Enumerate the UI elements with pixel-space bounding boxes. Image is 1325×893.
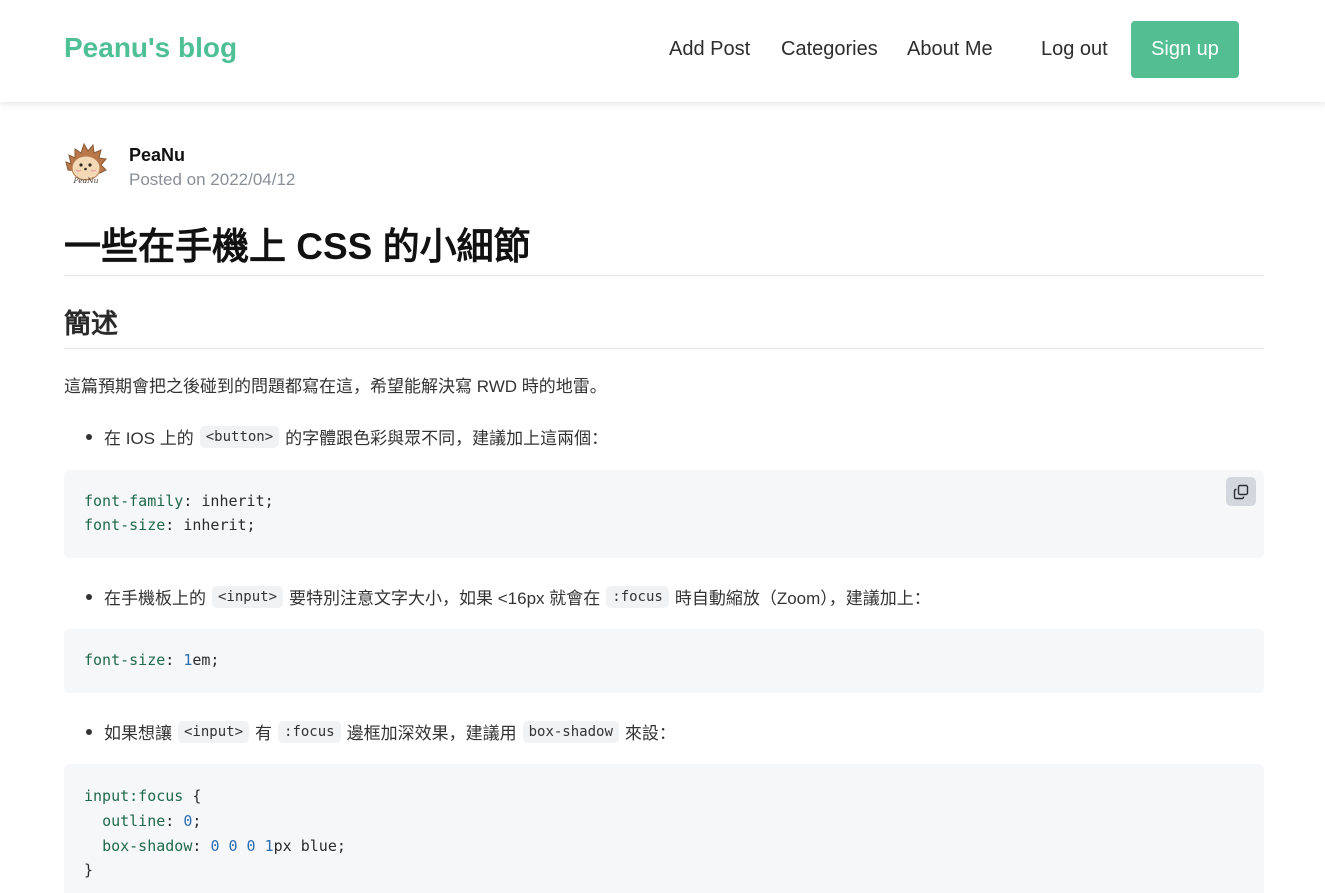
code-line: input:focus { bbox=[84, 787, 202, 805]
copy-button[interactable] bbox=[1226, 477, 1256, 506]
bullet-text: 有 bbox=[255, 724, 273, 743]
bullet-text: 在手機板上的 bbox=[104, 589, 206, 608]
code-block: font-family: inherit; font-size: inherit… bbox=[64, 470, 1264, 558]
code-block: font-size: 1em; bbox=[64, 629, 1264, 693]
bullet-dot bbox=[86, 728, 92, 735]
bullet-text: 在 IOS 上的 bbox=[104, 429, 194, 448]
bullet-dot bbox=[86, 593, 92, 600]
inline-code: <button> bbox=[199, 425, 280, 448]
bullet-text: 時自動縮放（Zoom），建議加上： bbox=[674, 589, 931, 608]
nav-categories[interactable]: Categories bbox=[781, 38, 878, 61]
copy-icon bbox=[1233, 484, 1249, 499]
avatar-label: PeaNu bbox=[72, 176, 98, 185]
code-line: font-family: inherit; bbox=[84, 492, 274, 510]
bullet-text: 如果想讓 bbox=[104, 724, 172, 743]
nav-log-out[interactable]: Log out bbox=[1041, 38, 1108, 61]
code-line: font-size: inherit; bbox=[84, 516, 256, 534]
list-item: 如果想讓 <input> 有 :focus 邊框加深效果，建議用 box-sha… bbox=[86, 719, 676, 744]
bullet-text: 要特別注意文字大小，如果 <16px 就會在 bbox=[289, 589, 601, 608]
inline-code: :focus bbox=[606, 585, 669, 608]
list-item: 在 IOS 上的 <button> 的字體跟色彩與眾不同，建議加上這兩個： bbox=[86, 424, 608, 449]
avatar: PeaNu bbox=[65, 142, 107, 185]
list-item: 在手機板上的 <input> 要特別注意文字大小，如果 <16px 就會在 :f… bbox=[86, 584, 931, 609]
sign-up-button[interactable]: Sign up bbox=[1131, 21, 1239, 78]
post-title: 一些在手機上 CSS 的小細節 bbox=[64, 226, 531, 267]
site-brand[interactable]: Peanu's blog bbox=[64, 32, 237, 64]
nav-add-post[interactable]: Add Post bbox=[669, 38, 750, 61]
inline-code: <input> bbox=[212, 585, 284, 608]
nav-about-me[interactable]: About Me bbox=[907, 38, 993, 61]
code-line: box-shadow: 0 0 0 1px blue; bbox=[102, 837, 346, 855]
bullet-text: 邊框加深效果，建議用 bbox=[346, 724, 517, 743]
code-line: outline: 0; bbox=[102, 812, 202, 830]
code-line: font-size: 1em; bbox=[84, 651, 220, 669]
inline-code: <input> bbox=[178, 720, 250, 743]
bullet-text: 的字體跟色彩與眾不同，建議加上這兩個： bbox=[285, 429, 609, 448]
code-block: input:focus { outline: 0; box-shadow: 0 … bbox=[64, 764, 1264, 893]
bullet-text: 來設： bbox=[624, 724, 676, 743]
inline-code: box-shadow bbox=[522, 720, 619, 743]
intro-paragraph: 這篇預期會把之後碰到的問題都寫在這，希望能解決寫 RWD 時的地雷。 bbox=[64, 377, 607, 396]
hedgehog-icon bbox=[65, 142, 107, 181]
code-line: } bbox=[84, 861, 94, 879]
inline-code: :focus bbox=[278, 720, 341, 743]
post-date: Posted on 2022/04/12 bbox=[129, 170, 296, 189]
section-divider bbox=[64, 348, 1264, 349]
section-title: 簡述 bbox=[64, 309, 118, 339]
title-divider bbox=[64, 275, 1264, 276]
author-name[interactable]: PeaNu bbox=[129, 145, 185, 166]
bullet-dot bbox=[86, 433, 92, 440]
site-header: Peanu's blog Add Post Categories About M… bbox=[0, 0, 1325, 102]
